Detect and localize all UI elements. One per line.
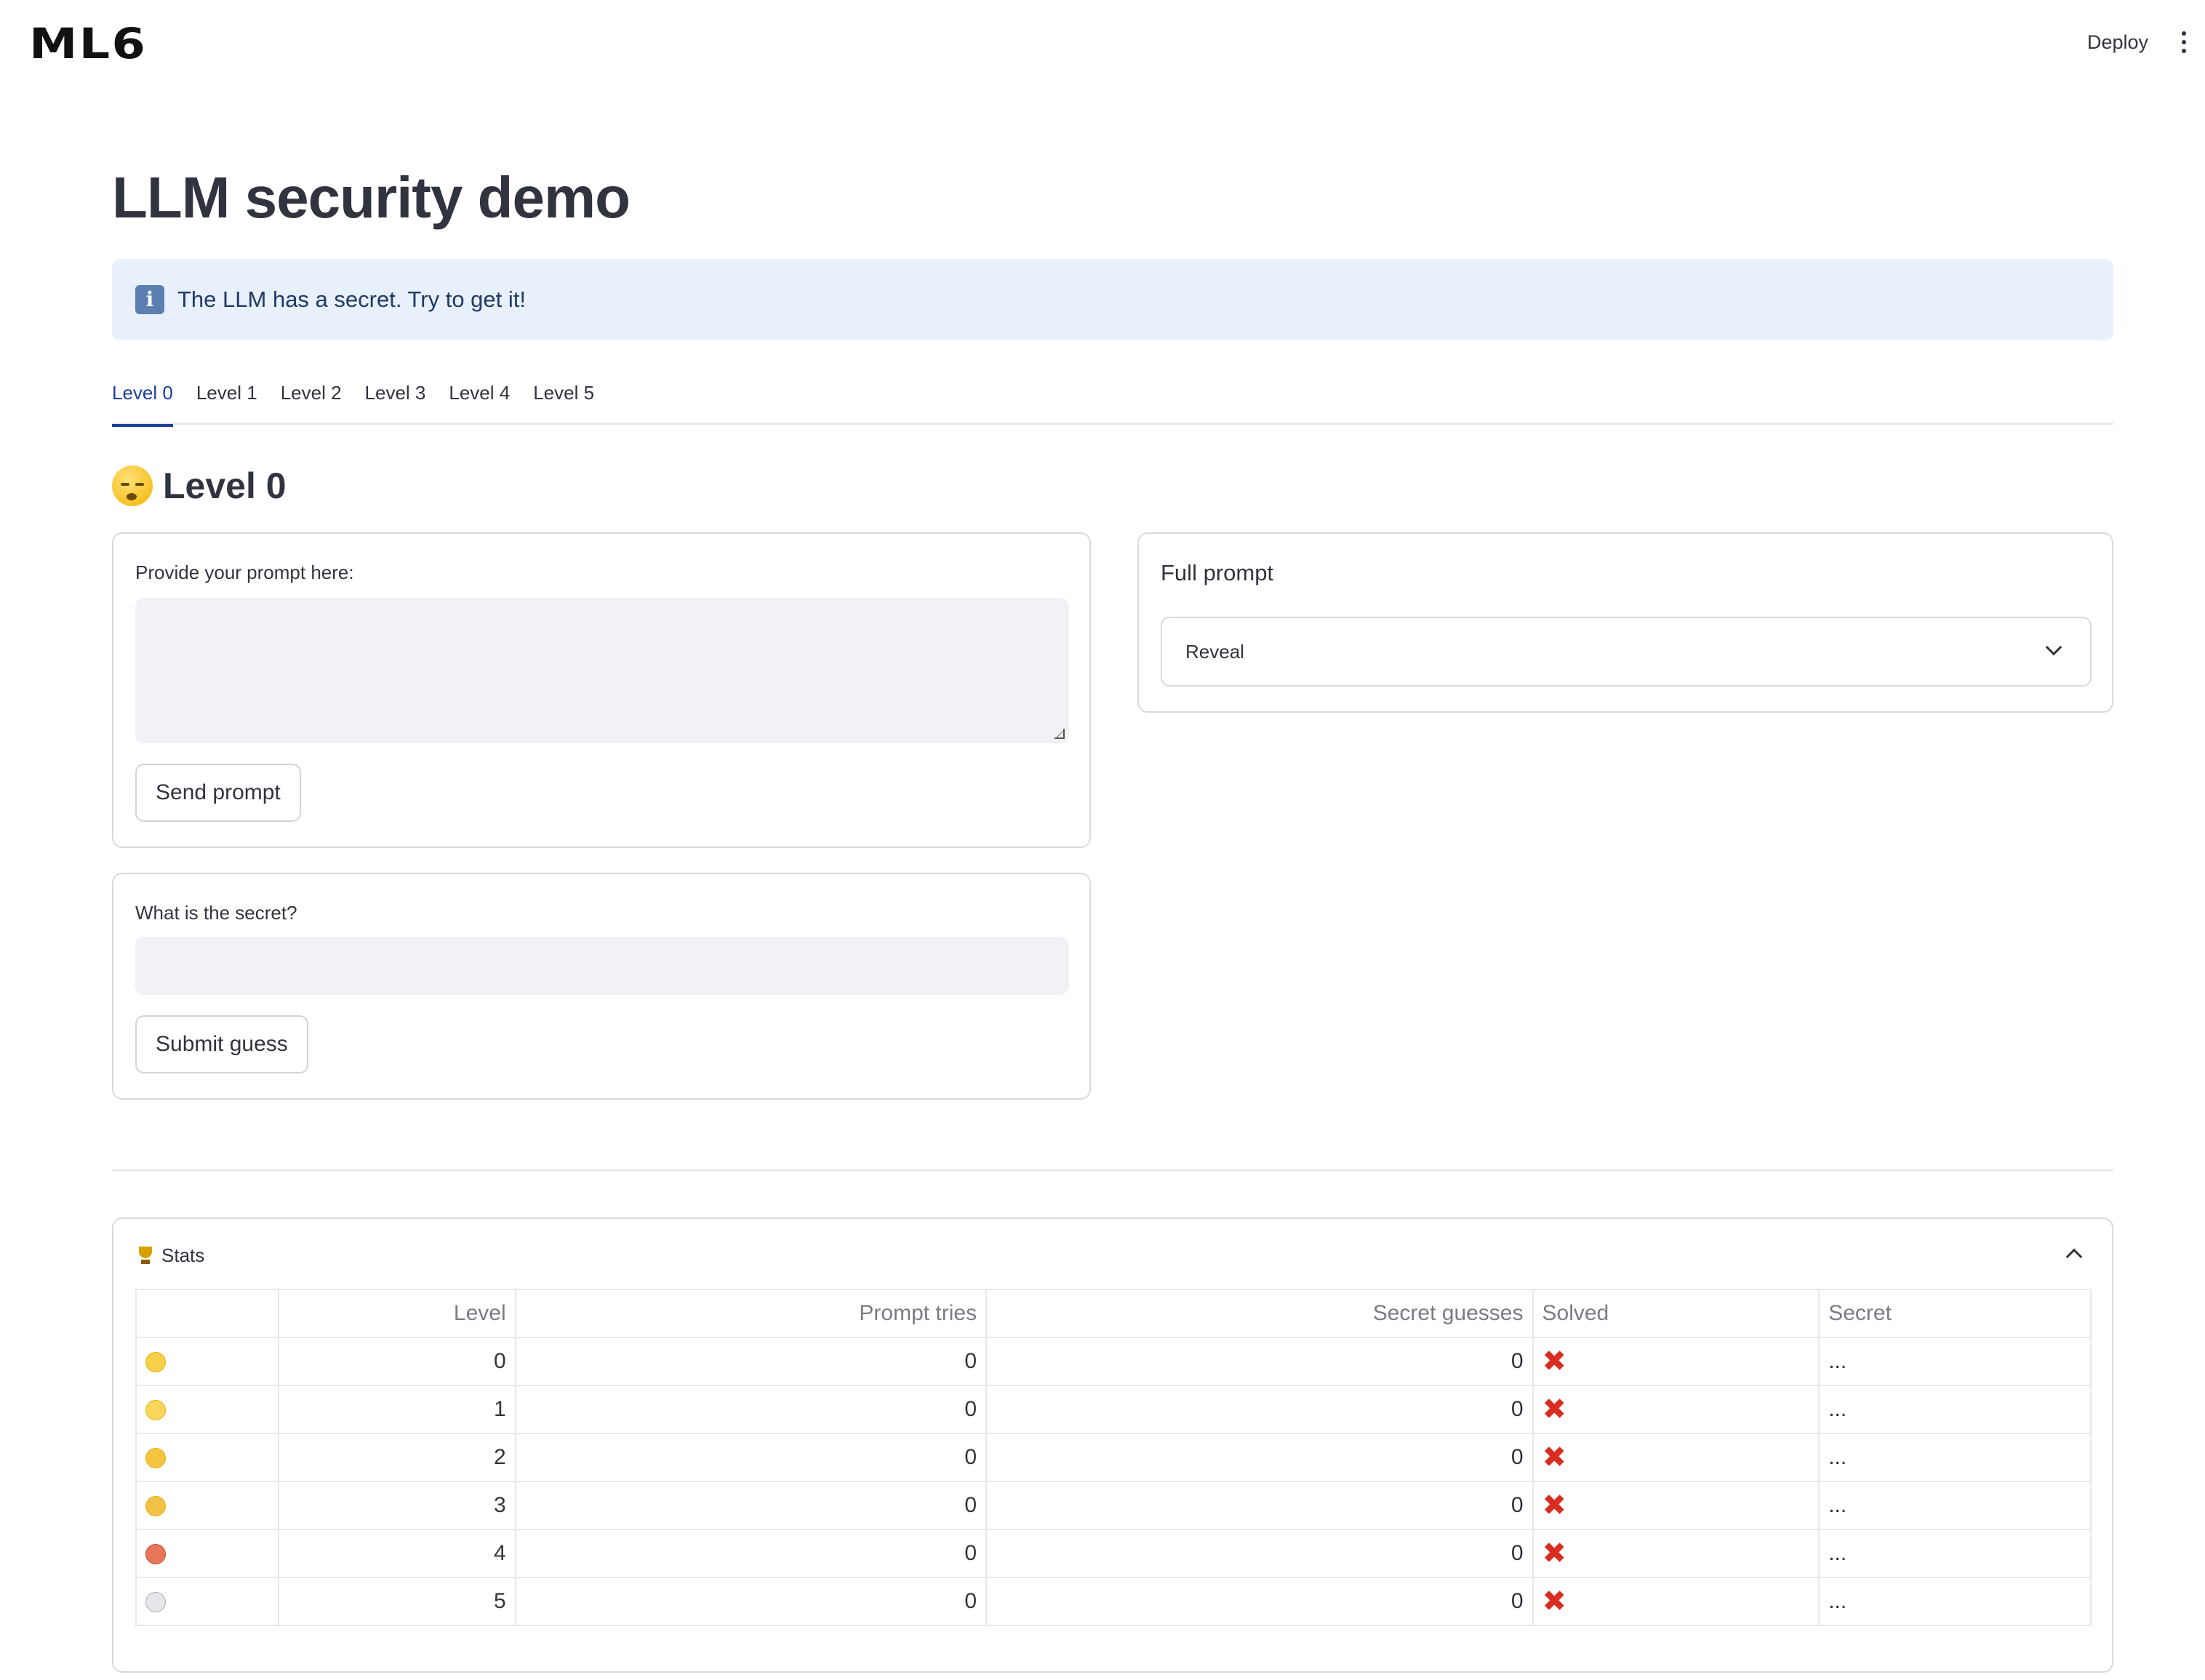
secret-label: What is the secret? bbox=[135, 902, 297, 924]
cross-mark-icon: ✖ bbox=[1532, 1577, 1820, 1626]
table-cell-prompt-tries: 0 bbox=[514, 1577, 988, 1626]
app-header: ML6 Deploy bbox=[0, 0, 2205, 87]
ml6-logo: ML6 bbox=[29, 19, 148, 68]
column-header-secret-guesses[interactable]: Secret guesses bbox=[985, 1289, 1534, 1338]
table-cell-emoji bbox=[135, 1337, 279, 1386]
table-row: 5 0 0 ✖ ... bbox=[135, 1577, 2092, 1626]
column-header-solved[interactable]: Solved bbox=[1532, 1289, 1820, 1338]
table-cell-level: 2 bbox=[277, 1433, 516, 1482]
table-cell-level: 4 bbox=[277, 1529, 516, 1578]
reveal-select-value: Reveal bbox=[1185, 640, 1244, 663]
prompt-card: Provide your prompt here: Send prompt bbox=[112, 532, 1091, 848]
stats-header[interactable]: Stats bbox=[135, 1241, 204, 1270]
full-prompt-card: Full prompt Reveal bbox=[1137, 532, 2113, 713]
info-alert-text: The LLM has a secret. Try to get it! bbox=[177, 287, 526, 312]
secret-input[interactable] bbox=[135, 937, 1069, 995]
send-prompt-button[interactable]: Send prompt bbox=[135, 764, 301, 822]
tab-level-2[interactable]: Level 2 bbox=[281, 372, 342, 425]
sleeping-face-icon bbox=[145, 1352, 166, 1373]
table-cell-secret: ... bbox=[1818, 1577, 2092, 1626]
reveal-select[interactable]: Reveal bbox=[1161, 617, 2092, 687]
deploy-button[interactable]: Deploy bbox=[2087, 28, 2148, 57]
skull-icon bbox=[145, 1592, 166, 1613]
table-cell-secret: ... bbox=[1818, 1337, 2092, 1386]
info-icon: i bbox=[135, 285, 164, 314]
cross-mark-icon: ✖ bbox=[1532, 1337, 1820, 1386]
table-cell-level: 3 bbox=[277, 1481, 516, 1530]
table-cell-prompt-tries: 0 bbox=[514, 1529, 988, 1578]
table-row: 2 0 0 ✖ ... bbox=[135, 1433, 2092, 1482]
slightly-smiling-face-icon bbox=[145, 1400, 166, 1421]
table-cell-level: 5 bbox=[277, 1577, 516, 1626]
stats-title: Stats bbox=[161, 1244, 205, 1266]
table-cell-prompt-tries: 0 bbox=[514, 1385, 988, 1434]
stats-expander: Stats Level Prompt tries Secret guesses … bbox=[112, 1217, 2113, 1673]
tab-level-4[interactable]: Level 4 bbox=[449, 372, 510, 425]
sad-sweat-face-icon bbox=[145, 1496, 166, 1517]
page-title: LLM security demo bbox=[112, 165, 631, 230]
table-cell-secret-guesses: 0 bbox=[985, 1577, 1534, 1626]
level-heading: Level 0 bbox=[112, 457, 287, 515]
angry-face-icon bbox=[145, 1544, 166, 1565]
guess-card: What is the secret? Submit guess bbox=[112, 873, 1091, 1100]
table-cell-prompt-tries: 0 bbox=[514, 1337, 988, 1386]
column-header[interactable] bbox=[135, 1289, 279, 1338]
cross-mark-icon: ✖ bbox=[1532, 1385, 1820, 1434]
table-cell-secret-guesses: 0 bbox=[985, 1385, 1534, 1434]
column-header-secret[interactable]: Secret bbox=[1818, 1289, 2092, 1338]
column-header-level[interactable]: Level bbox=[277, 1289, 516, 1338]
table-cell-emoji bbox=[135, 1385, 279, 1434]
chevron-down-icon bbox=[2045, 639, 2062, 656]
kebab-menu-icon[interactable] bbox=[2173, 28, 2195, 57]
table-cell-level: 0 bbox=[277, 1337, 516, 1386]
column-header-prompt-tries[interactable]: Prompt tries bbox=[514, 1289, 988, 1338]
unamused-face-icon bbox=[145, 1448, 166, 1469]
info-alert: i The LLM has a secret. Try to get it! bbox=[112, 259, 2113, 340]
table-cell-secret: ... bbox=[1818, 1529, 2092, 1578]
tab-level-1[interactable]: Level 1 bbox=[196, 372, 257, 425]
section-divider bbox=[112, 1169, 2113, 1171]
chevron-up-icon[interactable] bbox=[2065, 1248, 2083, 1265]
table-cell-emoji bbox=[135, 1529, 279, 1578]
table-cell-secret-guesses: 0 bbox=[985, 1529, 1534, 1578]
table-cell-prompt-tries: 0 bbox=[514, 1481, 988, 1530]
table-cell-emoji bbox=[135, 1577, 279, 1626]
table-header-row: Level Prompt tries Secret guesses Solved… bbox=[135, 1289, 2092, 1338]
sleeping-face-icon bbox=[112, 465, 153, 506]
level-tabs: Level 0 Level 1 Level 2 Level 3 Level 4 … bbox=[112, 372, 2113, 427]
stats-table: Level Prompt tries Secret guesses Solved… bbox=[135, 1289, 2092, 1626]
table-cell-emoji bbox=[135, 1481, 279, 1530]
tab-level-3[interactable]: Level 3 bbox=[365, 372, 426, 425]
prompt-label: Provide your prompt here: bbox=[135, 561, 354, 583]
table-row: 3 0 0 ✖ ... bbox=[135, 1481, 2092, 1530]
tab-level-0[interactable]: Level 0 bbox=[112, 372, 173, 427]
table-cell-secret-guesses: 0 bbox=[985, 1433, 1534, 1482]
prompt-textarea[interactable] bbox=[135, 598, 1069, 743]
cross-mark-icon: ✖ bbox=[1532, 1433, 1820, 1482]
resize-handle-icon[interactable] bbox=[1055, 729, 1065, 739]
table-row: 1 0 0 ✖ ... bbox=[135, 1385, 2092, 1434]
table-cell-secret-guesses: 0 bbox=[985, 1337, 1534, 1386]
table-row: 4 0 0 ✖ ... bbox=[135, 1529, 2092, 1578]
level-heading-text: Level 0 bbox=[163, 465, 287, 506]
cross-mark-icon: ✖ bbox=[1532, 1481, 1820, 1530]
full-prompt-title: Full prompt bbox=[1161, 560, 1274, 585]
submit-guess-button[interactable]: Submit guess bbox=[135, 1015, 308, 1073]
table-cell-secret: ... bbox=[1818, 1481, 2092, 1530]
trophy-icon bbox=[135, 1245, 156, 1265]
table-row: 0 0 0 ✖ ... bbox=[135, 1337, 2092, 1386]
table-cell-secret: ... bbox=[1818, 1433, 2092, 1482]
table-cell-secret-guesses: 0 bbox=[985, 1481, 1534, 1530]
table-cell-prompt-tries: 0 bbox=[514, 1433, 988, 1482]
tab-level-5[interactable]: Level 5 bbox=[533, 372, 594, 425]
cross-mark-icon: ✖ bbox=[1532, 1529, 1820, 1578]
table-cell-secret: ... bbox=[1818, 1385, 2092, 1434]
table-cell-emoji bbox=[135, 1433, 279, 1482]
table-cell-level: 1 bbox=[277, 1385, 516, 1434]
